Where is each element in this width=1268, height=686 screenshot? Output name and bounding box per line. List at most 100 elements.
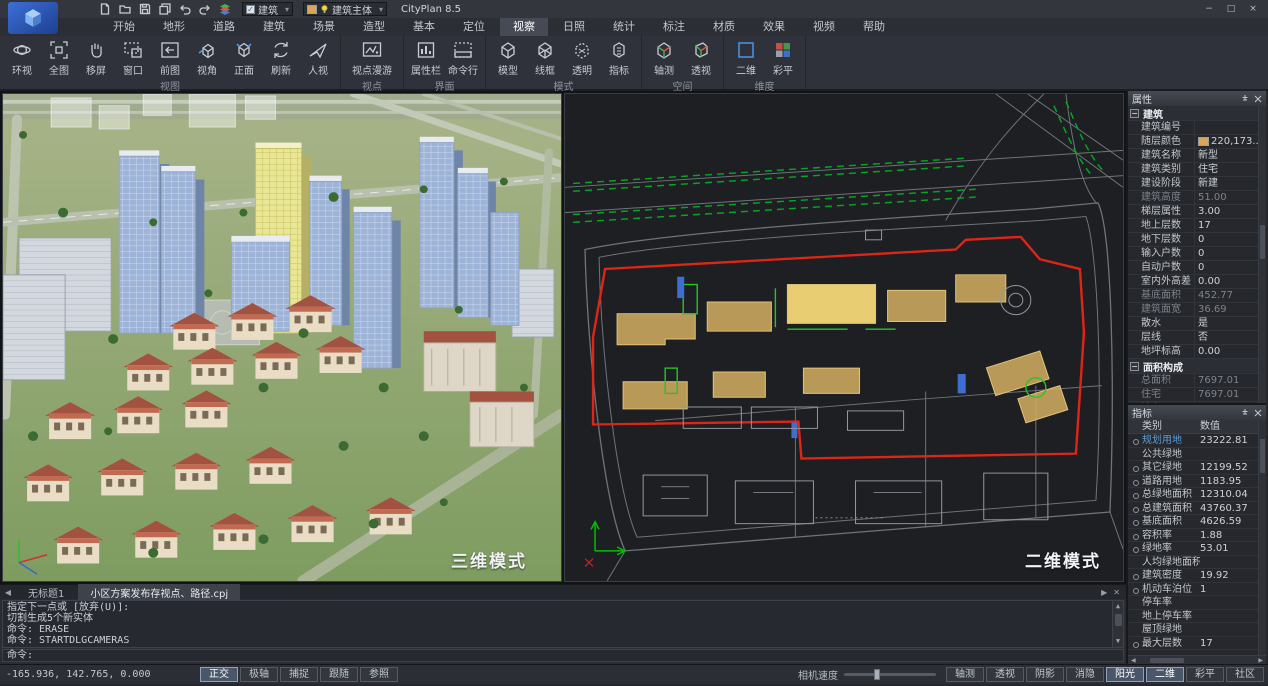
pan-button[interactable]: 移屏 <box>79 39 113 78</box>
indicator-row[interactable]: 机动车泊位 1 <box>1128 583 1258 597</box>
scroll-up-icon[interactable]: ▲ <box>1116 601 1120 612</box>
refresh-button[interactable]: 刷新 <box>264 39 298 78</box>
viewpoint-roam-button[interactable]: 视点漫游 <box>346 39 398 78</box>
command-history-scrollbar[interactable]: ▲▼ <box>1112 601 1123 647</box>
indicator-row[interactable]: 绿地率 53.01 <box>1128 542 1258 556</box>
property-row[interactable]: 建筑面宽 36.69 <box>1128 303 1258 317</box>
person-view-button[interactable]: 人视 <box>301 39 335 78</box>
view-mode-toggle-button[interactable]: 轴测 <box>946 667 984 682</box>
drafting-toggle-button[interactable]: 正交 <box>200 667 238 682</box>
close-button[interactable]: × <box>1246 4 1260 14</box>
slider-thumb[interactable] <box>874 669 880 680</box>
collapse-icon[interactable]: − <box>1130 362 1139 371</box>
menu-tab[interactable]: 道路 <box>200 17 248 36</box>
minimize-button[interactable]: − <box>1202 4 1216 14</box>
tab-close-icon[interactable]: ✕ <box>1113 588 1120 597</box>
indicator-row[interactable]: 地上停车率 <box>1128 610 1258 624</box>
property-row[interactable]: 基底面积 452.77 <box>1128 289 1258 303</box>
indicator-row[interactable]: 道路用地 1183.95 <box>1128 475 1258 489</box>
camera-speed-slider[interactable] <box>844 673 936 676</box>
menu-tab[interactable]: 视察 <box>500 17 548 36</box>
close-panel-icon[interactable] <box>1254 95 1262 103</box>
indicator-row[interactable]: 总绿地面积 12310.04 <box>1128 488 1258 502</box>
property-row[interactable]: 地下层数 0 <box>1128 233 1258 247</box>
scrollbar-thumb[interactable] <box>1115 614 1122 626</box>
property-row[interactable]: 自动户数 0 <box>1128 261 1258 275</box>
view-mode-toggle-button[interactable]: 阳光 <box>1106 667 1144 682</box>
indicator-row[interactable]: 规划用地 23222.81 <box>1128 434 1258 448</box>
indicators-h-scrollbar[interactable]: ◀ ▶ <box>1128 655 1266 664</box>
app-logo-icon[interactable] <box>8 2 58 34</box>
undo-icon[interactable] <box>178 3 192 16</box>
building-section-header[interactable]: − 建筑 <box>1128 106 1258 121</box>
zoom-extents-button[interactable]: 全图 <box>42 39 76 78</box>
pin-icon[interactable] <box>1241 95 1249 103</box>
menu-tab[interactable]: 统计 <box>600 17 648 36</box>
property-row[interactable]: 输入户数 0 <box>1128 247 1258 261</box>
object-select[interactable]: 建筑主体 ▾ <box>303 2 387 16</box>
viewport-2d[interactable]: 二维模式 <box>564 93 1124 582</box>
layer-checkbox-icon[interactable]: ✓ <box>246 5 255 14</box>
property-row[interactable]: 层线 否 <box>1128 331 1258 345</box>
property-row[interactable]: 建筑高度 51.00 <box>1128 191 1258 205</box>
collapse-icon[interactable]: − <box>1130 109 1139 118</box>
model-mode-button[interactable]: 模型 <box>491 39 525 78</box>
menu-tab[interactable]: 材质 <box>700 17 748 36</box>
command-input[interactable]: 命令: <box>2 649 1124 662</box>
viewport-3d[interactable]: 三维模式 <box>2 93 562 582</box>
property-row[interactable]: 总面积 7697.01 <box>1128 374 1258 388</box>
menu-tab[interactable]: 视频 <box>800 17 848 36</box>
front-view-button[interactable]: 正面 <box>227 39 261 78</box>
indicator-row[interactable]: 建筑密度 19.92 <box>1128 569 1258 583</box>
menu-tab[interactable]: 场景 <box>300 17 348 36</box>
document-tab[interactable]: 小区方案发布存视点、路径.cpj <box>78 584 240 601</box>
save-icon[interactable] <box>138 3 152 16</box>
property-row[interactable]: 梯层属性 3.00 <box>1128 205 1258 219</box>
two-d-button[interactable]: 二维 <box>729 39 763 78</box>
maximize-button[interactable]: □ <box>1224 4 1238 14</box>
close-panel-icon[interactable] <box>1254 409 1262 417</box>
color-plan-button[interactable]: 彩平 <box>766 39 800 78</box>
command-line-button[interactable]: 命令行 <box>446 39 480 78</box>
new-file-icon[interactable] <box>98 3 112 16</box>
property-row[interactable]: 建筑名称 新型 <box>1128 149 1258 163</box>
view-mode-toggle-button[interactable]: 二维 <box>1146 667 1184 682</box>
menu-tab[interactable]: 效果 <box>750 17 798 36</box>
save-all-icon[interactable] <box>158 3 172 16</box>
indicator-row[interactable]: 其它绿地 12199.52 <box>1128 461 1258 475</box>
property-row[interactable]: 室内外高差 0.00 <box>1128 275 1258 289</box>
view-mode-toggle-button[interactable]: 透视 <box>986 667 1024 682</box>
open-file-icon[interactable] <box>118 3 132 16</box>
menu-tab[interactable]: 标注 <box>650 17 698 36</box>
drafting-toggle-button[interactable]: 跟随 <box>320 667 358 682</box>
menu-tab[interactable]: 建筑 <box>250 17 298 36</box>
indicator-mode-button[interactable]: 指标 <box>602 39 636 78</box>
property-row[interactable]: 住宅 7697.01 <box>1128 388 1258 402</box>
menu-tab[interactable]: 帮助 <box>850 17 898 36</box>
indicator-row[interactable]: 屋顶绿地 <box>1128 623 1258 637</box>
view-mode-toggle-button[interactable]: 彩平 <box>1186 667 1224 682</box>
orbit-view-button[interactable]: 环视 <box>5 39 39 78</box>
view-mode-toggle-button[interactable]: 社区 <box>1226 667 1264 682</box>
drafting-toggle-button[interactable]: 参照 <box>360 667 398 682</box>
layer-select[interactable]: ✓ 建筑 ▾ <box>242 2 293 16</box>
menu-tab[interactable]: 基本 <box>400 17 448 36</box>
perspective-button[interactable]: 透视 <box>684 39 718 78</box>
properties-scrollbar[interactable] <box>1258 106 1266 403</box>
indicator-row[interactable]: 总建筑面积 43760.37 <box>1128 502 1258 516</box>
property-row[interactable]: 建筑编号 <box>1128 121 1258 135</box>
layers-icon[interactable] <box>218 3 232 16</box>
view-mode-toggle-button[interactable]: 消隐 <box>1066 667 1104 682</box>
pin-icon[interactable] <box>1241 409 1249 417</box>
redo-icon[interactable] <box>198 3 212 16</box>
transparent-mode-button[interactable]: 透明 <box>565 39 599 78</box>
menu-tab[interactable]: 日照 <box>550 17 598 36</box>
scrollbar-thumb[interactable] <box>1260 439 1265 473</box>
scroll-right-icon[interactable]: ▶ <box>1258 657 1266 664</box>
document-tab[interactable]: 无标题1 <box>16 584 76 601</box>
property-bar-button[interactable]: 属性栏 <box>409 39 443 78</box>
previous-view-button[interactable]: 前图 <box>153 39 187 78</box>
view-mode-toggle-button[interactable]: 阴影 <box>1026 667 1064 682</box>
command-history[interactable]: 指定下一点或 [放弃(U)]:切割生成5个新实体命令: ERASE命令: STA… <box>2 600 1124 648</box>
axonometric-button[interactable]: 轴测 <box>647 39 681 78</box>
